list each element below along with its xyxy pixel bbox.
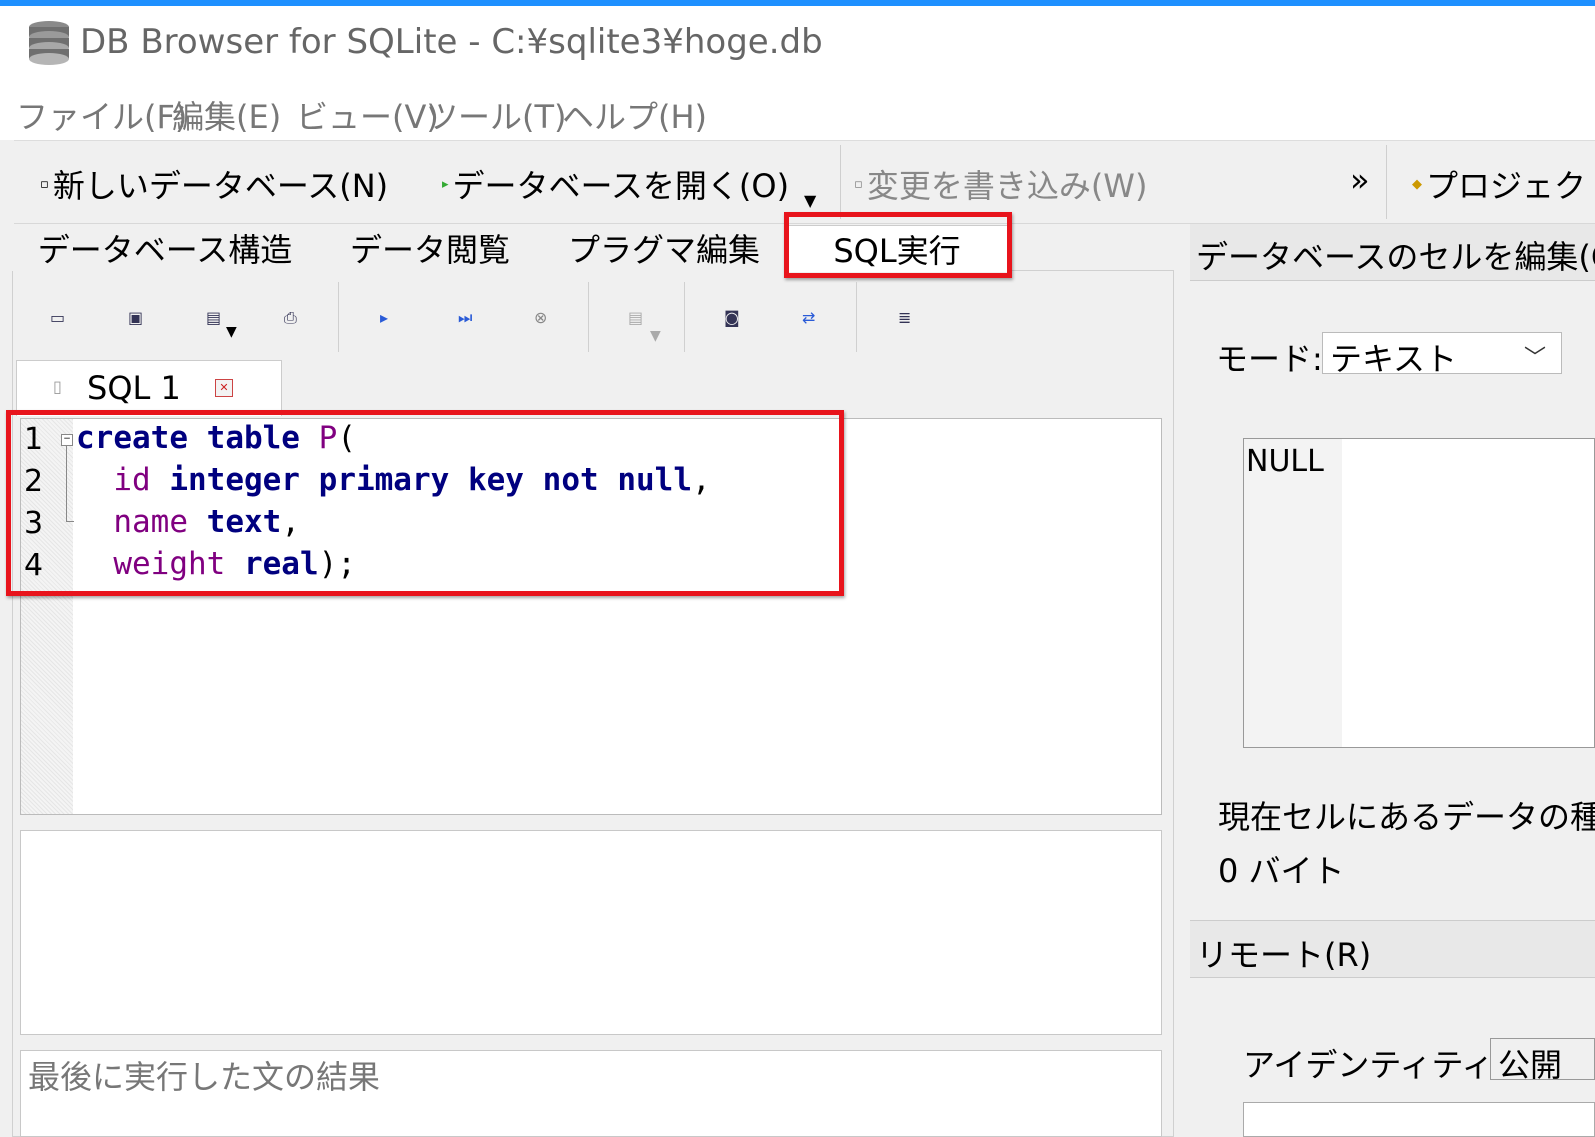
- fold-toggle[interactable]: −: [61, 434, 73, 446]
- execute-icon[interactable]: ▸: [380, 308, 388, 327]
- database-icon: [29, 21, 69, 65]
- toolbar-separator: [840, 145, 841, 219]
- menu-edit[interactable]: 編集(E): [172, 92, 281, 138]
- chevron-down-icon: ▼: [804, 191, 817, 210]
- results-grid[interactable]: [20, 830, 1162, 1035]
- document-icon: ▯: [53, 377, 62, 396]
- chevron-down-icon[interactable]: ▼: [226, 324, 237, 340]
- code-line-4: weight real);: [113, 546, 356, 582]
- remote-list[interactable]: [1243, 1102, 1595, 1137]
- new-database-label: 新しいデータベース(N): [52, 167, 389, 205]
- project-label: プロジェク: [1426, 167, 1587, 205]
- save-as-icon[interactable]: ▤: [206, 308, 221, 327]
- write-changes-label: 変更を書き込み(W): [866, 167, 1148, 205]
- editor-tab-sql1[interactable]: ▯ SQL 1 ✕: [16, 360, 282, 416]
- fold-line: [66, 446, 67, 522]
- code-line-2: id integer primary key not null,: [113, 462, 711, 498]
- menu-bar: ファイル(F) 編集(E) ビュー(V) ツール(T) ヘルプ(H): [0, 90, 1595, 140]
- write-changes-button[interactable]: ▫ 変更を書き込み(W): [854, 161, 1147, 207]
- menu-view[interactable]: ビュー(V): [296, 92, 439, 138]
- tab-database-structure[interactable]: データベース構造: [12, 225, 319, 271]
- open-database-dropdown[interactable]: ▼: [804, 191, 816, 210]
- save-results-icon[interactable]: ▤: [628, 308, 643, 327]
- main-tabs: データベース構造 データ閲覧 プラグマ編集 SQL実行: [12, 225, 1174, 272]
- open-db-icon: ▸: [442, 176, 449, 192]
- open-database-button[interactable]: ▸ データベースを開く(O): [442, 161, 789, 207]
- tab-edit-pragmas[interactable]: プラグマ編集: [542, 225, 787, 271]
- toolbar-separator: [338, 282, 339, 352]
- new-database-button[interactable]: ▫ 新しいデータベース(N): [40, 161, 388, 207]
- stop-icon[interactable]: ⊗: [534, 308, 547, 327]
- sql-toolbar: ▭ ▣ ▤ ▼ ⎙ ▸ ⏭ ⊗ ▤ ▼ ◙ ⇄ ≣: [12, 280, 1174, 352]
- menu-file[interactable]: ファイル(F): [16, 92, 187, 138]
- mode-value: テキスト: [1330, 340, 1458, 378]
- new-db-icon: ▫: [40, 176, 49, 192]
- close-icon[interactable]: ✕: [215, 379, 233, 397]
- editor-tab-label: SQL 1: [87, 369, 181, 407]
- comment-icon[interactable]: ≣: [898, 308, 911, 327]
- mode-label: モード:: [1216, 340, 1323, 378]
- line-number: 1: [24, 422, 44, 457]
- open-tab-icon[interactable]: ▭: [50, 308, 65, 327]
- window-title: DB Browser for SQLite - C:¥sqlite3¥hoge.…: [80, 22, 823, 62]
- cell-value: NULL: [1246, 444, 1324, 479]
- toolbar-separator: [856, 282, 857, 352]
- save-icon[interactable]: ▣: [128, 308, 143, 327]
- message-text: 最後に実行した文の結果: [28, 1058, 381, 1096]
- write-changes-icon: ▫: [854, 176, 863, 192]
- toolbar-overflow-button[interactable]: »: [1350, 161, 1370, 199]
- cell-size-label: 0 バイト: [1218, 852, 1345, 890]
- code-line-1: create table P(: [76, 420, 356, 456]
- remote-panel-title: リモート(R): [1196, 936, 1372, 974]
- menu-help[interactable]: ヘルプ(H): [562, 92, 707, 138]
- cell-type-label: 現在セルにあるデータの種: [1218, 798, 1595, 836]
- project-button[interactable]: ◆ プロジェク: [1412, 161, 1586, 207]
- tab-execute-sql[interactable]: SQL実行: [786, 225, 1008, 272]
- fold-line: [66, 521, 74, 522]
- cell-editor-gutter: [1244, 439, 1342, 747]
- menu-tools[interactable]: ツール(T): [426, 92, 567, 138]
- open-database-label: データベースを開く(O): [452, 167, 790, 205]
- line-number: 2: [24, 464, 44, 499]
- identity-value: 公開: [1498, 1046, 1563, 1084]
- toolbar-separator: [588, 282, 589, 352]
- execute-line-icon[interactable]: ⏭: [458, 308, 472, 328]
- tab-browse-data[interactable]: データ閲覧: [318, 225, 543, 271]
- code-line-3: name text,: [113, 504, 300, 540]
- toolbar-separator: [1386, 145, 1387, 219]
- project-icon: ◆: [1412, 176, 1422, 192]
- line-number: 3: [24, 506, 44, 541]
- overflow-label: »: [1350, 161, 1370, 199]
- find-replace-icon[interactable]: ⇄: [802, 308, 815, 327]
- line-number: 4: [24, 548, 44, 583]
- print-icon[interactable]: ⎙: [284, 308, 297, 328]
- edit-cell-panel-title: データベースのセルを編集(C: [1196, 238, 1595, 276]
- main-toolbar: ▫ 新しいデータベース(N) ▸ データベースを開く(O) ▼ ▫ 変更を書き込…: [14, 140, 1595, 224]
- chevron-down-icon[interactable]: ▼: [650, 328, 661, 344]
- chevron-down-icon[interactable]: ﹀: [1524, 340, 1546, 372]
- identity-label: アイデンティティー: [1243, 1046, 1526, 1084]
- toolbar-separator: [684, 282, 685, 352]
- find-icon[interactable]: ◙: [724, 308, 740, 327]
